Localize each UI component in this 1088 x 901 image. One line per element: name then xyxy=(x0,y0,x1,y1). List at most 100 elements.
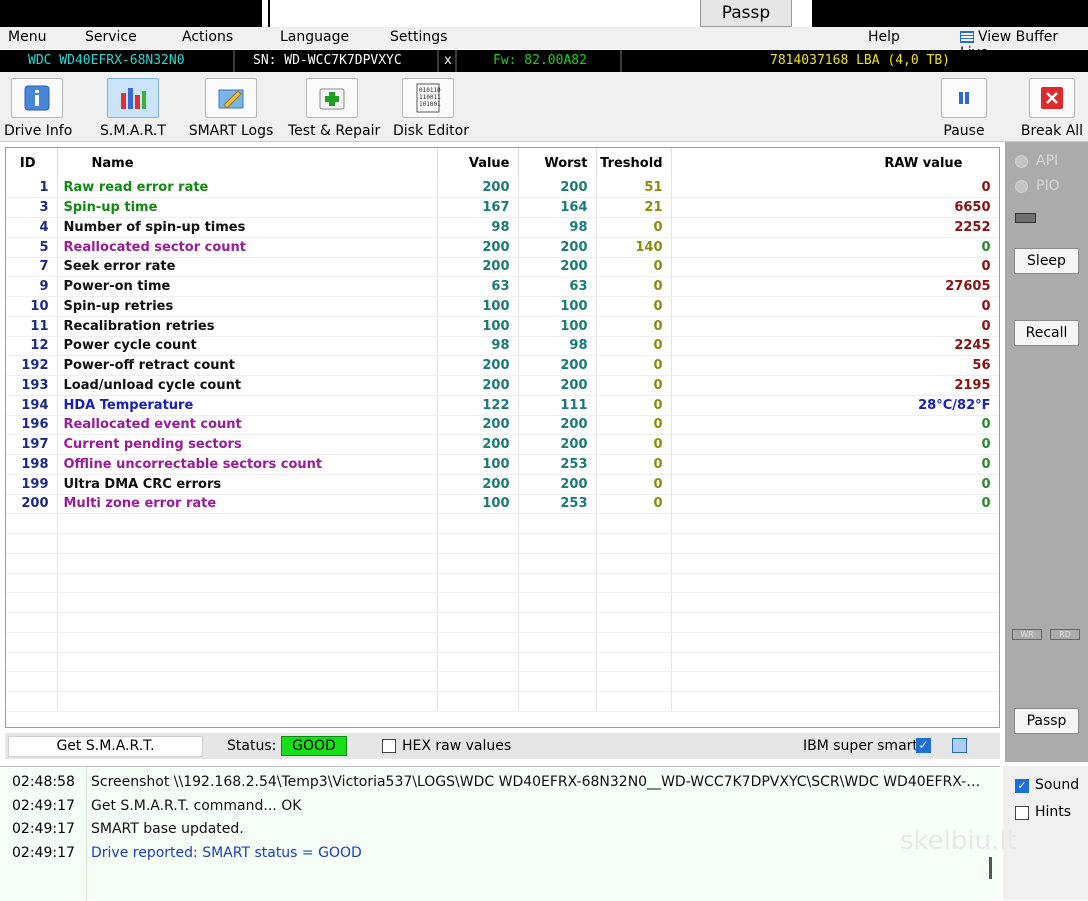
table-row[interactable]: 4 Number of spin-up times 98 98 0 2252 xyxy=(6,217,999,238)
menu-item-language[interactable]: Language xyxy=(280,29,349,45)
test-repair-button[interactable]: Test & Repair xyxy=(288,78,380,139)
attribute-name: Recalibration retries xyxy=(57,316,438,337)
empty-cell xyxy=(596,553,672,574)
table-row[interactable]: 9 Power-on time 63 63 0 27605 xyxy=(6,276,999,297)
ibm-super-smart-checkbox[interactable]: ✓ xyxy=(916,738,931,753)
attribute-threshold: 0 xyxy=(596,395,672,416)
pause-button[interactable]: Pause xyxy=(938,78,990,139)
attribute-threshold: 0 xyxy=(596,217,672,238)
smart-logs-button[interactable]: SMART Logs xyxy=(188,78,274,139)
empty-cell xyxy=(518,592,597,613)
attribute-worst: 200 xyxy=(518,257,597,278)
log-scrollbar[interactable] xyxy=(989,857,992,879)
smart-button[interactable]: S.M.A.R.T xyxy=(98,78,168,139)
table-row[interactable]: 197 Current pending sectors 200 200 0 0 xyxy=(6,434,999,455)
table-row[interactable]: 3 Spin-up time 167 164 21 6650 xyxy=(6,197,999,218)
column-header-id[interactable]: ID xyxy=(6,148,58,178)
empty-cell xyxy=(6,553,58,574)
disk-editor-label: Disk Editor xyxy=(393,123,469,139)
attribute-name: Offline uncorrectable sectors count xyxy=(57,454,438,475)
attribute-raw-value: 2252 xyxy=(671,217,999,238)
column-header-value[interactable]: Value xyxy=(437,148,519,178)
table-row[interactable]: 192 Power-off retract count 200 200 0 56 xyxy=(6,355,999,376)
attribute-value: 100 xyxy=(437,454,519,475)
attribute-id: 196 xyxy=(6,415,58,436)
close-drive-icon[interactable]: x xyxy=(441,50,457,72)
empty-table-row xyxy=(6,553,999,574)
empty-cell xyxy=(6,573,58,594)
hints-checkbox[interactable] xyxy=(1015,806,1029,820)
attribute-name: Raw read error rate xyxy=(57,178,438,199)
attribute-threshold: 0 xyxy=(596,296,672,317)
sleep-button[interactable]: Sleep xyxy=(1014,248,1079,274)
color-toggle-square[interactable] xyxy=(952,738,967,753)
attribute-raw-value: 0 xyxy=(671,257,999,278)
pio-label: PIO xyxy=(1036,178,1060,194)
smart-attributes-table[interactable]: ID Name Value Worst Treshold RAW value 1… xyxy=(5,147,1000,728)
table-row[interactable]: 10 Spin-up retries 100 100 0 0 xyxy=(6,296,999,317)
attribute-name: Spin-up time xyxy=(57,197,438,218)
attribute-id: 7 xyxy=(6,257,58,278)
empty-cell xyxy=(596,612,672,633)
column-header-raw-value[interactable]: RAW value xyxy=(671,148,999,178)
log-message: Drive reported: SMART status = GOOD xyxy=(91,845,362,861)
menu-item-service[interactable]: Service xyxy=(85,29,137,45)
table-row[interactable]: 12 Power cycle count 98 98 0 2245 xyxy=(6,336,999,357)
attribute-id: 10 xyxy=(6,296,58,317)
api-radio[interactable] xyxy=(1015,155,1028,168)
menu-item-menu[interactable]: Menu xyxy=(8,29,46,45)
table-row[interactable]: 199 Ultra DMA CRC errors 200 200 0 0 xyxy=(6,474,999,495)
empty-cell xyxy=(518,691,597,712)
empty-table-row xyxy=(6,632,999,653)
attribute-value: 200 xyxy=(437,237,519,258)
attribute-raw-value: 2195 xyxy=(671,375,999,396)
drive-info-button[interactable]: Drive Info xyxy=(4,78,72,139)
attribute-raw-value: 0 xyxy=(671,316,999,337)
drive-firmware: Fw: 82.00A82 xyxy=(459,50,622,72)
table-row[interactable]: 1 Raw read error rate 200 200 51 0 xyxy=(6,178,999,199)
column-header-worst[interactable]: Worst xyxy=(518,148,597,178)
drive-capacity: 7814037168 LBA (4,0 TB) xyxy=(770,53,951,68)
pio-radio[interactable] xyxy=(1015,180,1028,193)
break-all-button[interactable]: Break All xyxy=(1020,78,1084,139)
empty-cell xyxy=(596,691,672,712)
table-row[interactable]: 196 Reallocated event count 200 200 0 0 xyxy=(6,415,999,436)
hex-raw-values-checkbox[interactable] xyxy=(382,739,396,753)
attribute-worst: 200 xyxy=(518,178,597,199)
empty-cell xyxy=(671,513,999,534)
table-row[interactable]: 193 Load/unload cycle count 200 200 0 2195 xyxy=(6,375,999,396)
first-aid-icon xyxy=(306,78,358,118)
column-header-name[interactable]: Name xyxy=(57,148,438,178)
table-row[interactable]: 200 Multi zone error rate 100 253 0 0 xyxy=(6,494,999,515)
table-row[interactable]: 194 HDA Temperature 122 111 0 28°C/82°F xyxy=(6,395,999,416)
smart-chart-icon xyxy=(107,78,159,118)
passp-button[interactable]: Passp xyxy=(1014,708,1079,734)
attribute-raw-value: 56 xyxy=(671,355,999,376)
background-passp-button[interactable]: Passp xyxy=(700,0,792,27)
attribute-worst: 253 xyxy=(518,454,597,475)
menu-item-settings[interactable]: Settings xyxy=(390,29,447,45)
disk-editor-button[interactable]: 010110 110011 101001 Disk Editor xyxy=(393,78,469,139)
attribute-name: Power-off retract count xyxy=(57,355,438,376)
table-row[interactable]: 11 Recalibration retries 100 100 0 0 xyxy=(6,316,999,337)
empty-table-row xyxy=(6,513,999,534)
empty-cell xyxy=(518,513,597,534)
menu-item-help[interactable]: Help xyxy=(868,29,900,45)
get-smart-button[interactable]: Get S.M.A.R.T. xyxy=(8,736,203,757)
ibm-super-smart-label: IBM super smart: xyxy=(803,738,923,754)
sound-checkbox[interactable]: ✓ xyxy=(1015,779,1029,793)
attribute-name: Number of spin-up times xyxy=(57,217,438,238)
event-log[interactable]: 02:48:58 Screenshot \\192.168.2.54\Temp3… xyxy=(0,766,1000,901)
column-header-threshold[interactable]: Treshold xyxy=(596,148,672,178)
empty-table-row xyxy=(6,573,999,594)
recall-button[interactable]: Recall xyxy=(1014,320,1079,346)
menu-item-actions[interactable]: Actions xyxy=(182,29,233,45)
attribute-value: 200 xyxy=(437,375,519,396)
attribute-threshold: 0 xyxy=(596,474,672,495)
table-row[interactable]: 7 Seek error rate 200 200 0 0 xyxy=(6,257,999,278)
empty-cell xyxy=(518,573,597,594)
table-row[interactable]: 5 Reallocated sector count 200 200 140 0 xyxy=(6,237,999,258)
attribute-worst: 200 xyxy=(518,237,597,258)
table-row[interactable]: 198 Offline uncorrectable sectors count 10… xyxy=(6,454,999,475)
attribute-raw-value: 0 xyxy=(671,237,999,258)
